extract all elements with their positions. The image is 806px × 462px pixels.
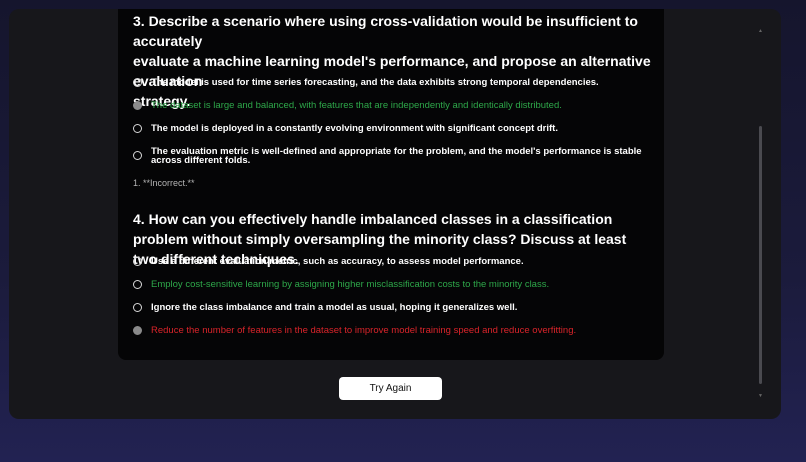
- radio-selected[interactable]: [133, 326, 142, 335]
- quiz-results-modal: 3. Describe a scenario where using cross…: [9, 9, 781, 419]
- scrollbar-thumb[interactable]: [759, 126, 762, 384]
- scrollbar[interactable]: ▲ ▼: [758, 29, 764, 399]
- q3-option-1[interactable]: The model is used for time series foreca…: [133, 78, 658, 88]
- option-label-incorrect: Reduce the number of features in the dat…: [151, 325, 577, 336]
- scroll-down-arrow-icon[interactable]: ▼: [758, 394, 763, 399]
- scroll-up-arrow-icon[interactable]: ▲: [758, 29, 763, 34]
- q3-option-4[interactable]: The evaluation metric is well-defined an…: [133, 146, 658, 166]
- option-label: Ignore the class imbalance and train a m…: [151, 302, 518, 313]
- option-label: The model is used for time series foreca…: [151, 77, 599, 88]
- radio-unselected[interactable]: [133, 257, 142, 266]
- radio-unselected[interactable]: [133, 303, 142, 312]
- q3-option-2[interactable]: The dataset is large and balanced, with …: [133, 101, 658, 111]
- radio-unselected[interactable]: [133, 124, 142, 133]
- option-label: The model is deployed in a constantly ev…: [151, 123, 558, 134]
- radio-unselected[interactable]: [133, 280, 142, 289]
- question-3-title-line-1: 3. Describe a scenario where using cross…: [133, 13, 638, 49]
- option-label-correct: Employ cost-sensitive learning by assign…: [151, 279, 550, 290]
- q4-option-2[interactable]: Employ cost-sensitive learning by assign…: [133, 280, 658, 290]
- radio-unselected[interactable]: [133, 78, 142, 87]
- q4-option-3[interactable]: Ignore the class imbalance and train a m…: [133, 303, 658, 313]
- radio-unselected[interactable]: [133, 151, 142, 160]
- q3-option-3[interactable]: The model is deployed in a constantly ev…: [133, 124, 658, 134]
- option-label: The evaluation metric is well-defined an…: [151, 146, 642, 166]
- quiz-card: 3. Describe a scenario where using cross…: [118, 9, 664, 360]
- question-3-feedback: 1. **Incorrect.**: [133, 178, 195, 188]
- try-again-button[interactable]: Try Again: [339, 377, 442, 400]
- option-label: Use a different evaluation metric, such …: [151, 256, 524, 267]
- option-label-correct: The dataset is large and balanced, with …: [151, 100, 562, 111]
- radio-selected[interactable]: [133, 101, 142, 110]
- question-3-title: 3. Describe a scenario where using cross…: [133, 11, 653, 111]
- q4-option-1[interactable]: Use a different evaluation metric, such …: [133, 257, 658, 267]
- q4-option-4[interactable]: Reduce the number of features in the dat…: [133, 326, 658, 336]
